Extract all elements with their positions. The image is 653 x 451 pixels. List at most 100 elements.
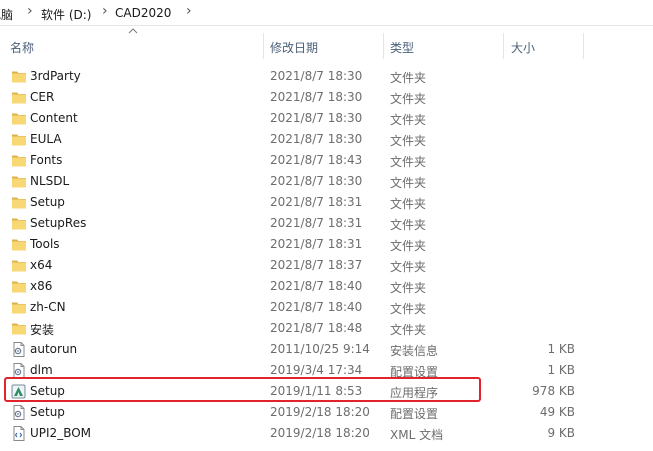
file-row[interactable]: x86 2021/8/7 18:40 文件夹 (0, 276, 653, 297)
file-date: 2021/8/7 18:40 (270, 279, 363, 293)
file-date: 2011/10/25 9:14 (270, 342, 370, 356)
file-date: 2019/2/18 18:20 (270, 405, 370, 419)
column-divider[interactable] (503, 33, 504, 59)
file-row[interactable]: CER 2021/8/7 18:30 文件夹 (0, 87, 653, 108)
file-row[interactable]: NLSDL 2021/8/7 18:30 文件夹 (0, 171, 653, 192)
column-header-row: 名称 修改日期 类型 大小 (0, 33, 653, 59)
folder-icon (11, 321, 27, 336)
file-type: 文件夹 (390, 218, 427, 232)
file-type: 文件夹 (390, 113, 427, 127)
file-size: 9 KB (547, 426, 575, 440)
file-name: dlm (30, 363, 53, 377)
folder-icon (11, 195, 27, 210)
settings-file-icon (11, 405, 27, 420)
file-type: 文件夹 (390, 197, 427, 211)
file-row[interactable]: 安装 2021/8/7 18:48 文件夹 (0, 318, 653, 339)
file-date: 2021/8/7 18:30 (270, 111, 363, 125)
breadcrumb-separator[interactable]: › (102, 3, 108, 19)
column-divider[interactable] (263, 33, 264, 59)
file-name: 安装 (30, 323, 55, 337)
file-date: 2021/8/7 18:30 (270, 69, 363, 83)
folder-icon (11, 174, 27, 189)
highlight-box (4, 377, 481, 402)
file-date: 2021/8/7 18:30 (270, 90, 363, 104)
folder-icon (11, 111, 27, 126)
folder-icon (11, 90, 27, 105)
folder-icon (11, 69, 27, 84)
column-divider[interactable] (383, 33, 384, 59)
file-name: 3rdParty (30, 69, 81, 83)
file-type: 配置设置 (390, 407, 439, 421)
file-date: 2019/3/4 17:34 (270, 363, 363, 377)
file-type: 文件夹 (390, 323, 427, 337)
folder-icon (11, 132, 27, 147)
file-size: 49 KB (539, 405, 575, 419)
file-row[interactable]: SetupRes 2021/8/7 18:31 文件夹 (0, 213, 653, 234)
file-size: 1 KB (547, 363, 575, 377)
column-header-name[interactable]: 名称 (10, 39, 34, 56)
file-type: 文件夹 (390, 239, 427, 253)
file-name: CER (30, 90, 55, 104)
file-date: 2021/8/7 18:43 (270, 153, 363, 167)
file-date: 2021/8/7 18:31 (270, 195, 363, 209)
file-type: 文件夹 (390, 71, 427, 85)
file-row[interactable]: autorun 2011/10/25 9:14 安装信息 1 KB (0, 339, 653, 360)
settings-file-icon (11, 342, 27, 357)
breadcrumb-separator[interactable]: › (27, 3, 33, 19)
settings-file-icon (11, 363, 27, 378)
file-date: 2021/8/7 18:48 (270, 321, 363, 335)
folder-icon (11, 237, 27, 252)
file-row[interactable]: EULA 2021/8/7 18:30 文件夹 (0, 129, 653, 150)
folder-icon (11, 300, 27, 315)
file-type: 文件夹 (390, 92, 427, 106)
folder-icon (11, 216, 27, 231)
file-row[interactable]: 3rdParty 2021/8/7 18:30 文件夹 (0, 66, 653, 87)
file-date: 2021/8/7 18:37 (270, 258, 363, 272)
breadcrumb-cad2020[interactable]: CAD2020 (115, 6, 171, 20)
folder-icon (11, 153, 27, 168)
file-name: NLSDL (30, 174, 70, 188)
breadcrumb-separator[interactable]: › (186, 3, 192, 19)
file-name: zh-CN (30, 300, 66, 314)
file-row[interactable]: x64 2021/8/7 18:37 文件夹 (0, 255, 653, 276)
file-row[interactable]: Fonts 2021/8/7 18:43 文件夹 (0, 150, 653, 171)
xml-file-icon (11, 426, 27, 441)
file-type: 文件夹 (390, 134, 427, 148)
file-date: 2019/2/18 18:20 (270, 426, 370, 440)
file-row[interactable]: Setup 2019/2/18 18:20 配置设置 49 KB (0, 402, 653, 423)
file-name: EULA (30, 132, 62, 146)
file-type: 文件夹 (390, 281, 427, 295)
column-header-date[interactable]: 修改日期 (270, 39, 318, 56)
file-type: 文件夹 (390, 176, 427, 190)
column-header-type[interactable]: 类型 (390, 39, 414, 56)
file-date: 2021/8/7 18:31 (270, 216, 363, 230)
breadcrumb-this-pc[interactable]: 电脑 (0, 6, 13, 23)
file-type: XML 文档 (390, 428, 444, 442)
folder-icon (11, 258, 27, 273)
file-date: 2021/8/7 18:30 (270, 174, 363, 188)
file-row[interactable]: Content 2021/8/7 18:30 文件夹 (0, 108, 653, 129)
column-header-size[interactable]: 大小 (511, 39, 535, 56)
folder-icon (11, 279, 27, 294)
file-type: 文件夹 (390, 155, 427, 169)
file-name: SetupRes (30, 216, 87, 230)
file-row[interactable]: zh-CN 2021/8/7 18:40 文件夹 (0, 297, 653, 318)
file-name: Tools (30, 237, 60, 251)
file-row[interactable]: Setup 2021/8/7 18:31 文件夹 (0, 192, 653, 213)
file-name: Setup (30, 195, 65, 209)
address-bar[interactable]: 电脑 › 软件 (D:) › CAD2020 › (0, 0, 653, 26)
breadcrumb-drive-d[interactable]: 软件 (D:) (41, 6, 91, 23)
file-size: 978 KB (532, 384, 575, 398)
file-type: 安装信息 (390, 344, 439, 358)
file-name: x64 (30, 258, 53, 272)
file-row[interactable]: UPI2_BOM 2019/2/18 18:20 XML 文档 9 KB (0, 423, 653, 444)
file-row[interactable]: Tools 2021/8/7 18:31 文件夹 (0, 234, 653, 255)
file-date: 2021/8/7 18:30 (270, 132, 363, 146)
file-name: Content (30, 111, 78, 125)
file-date: 2021/8/7 18:31 (270, 237, 363, 251)
file-type: 文件夹 (390, 302, 427, 316)
file-date: 2021/8/7 18:40 (270, 300, 363, 314)
column-divider[interactable] (583, 33, 584, 59)
file-name: autorun (30, 342, 78, 356)
file-name: x86 (30, 279, 53, 293)
